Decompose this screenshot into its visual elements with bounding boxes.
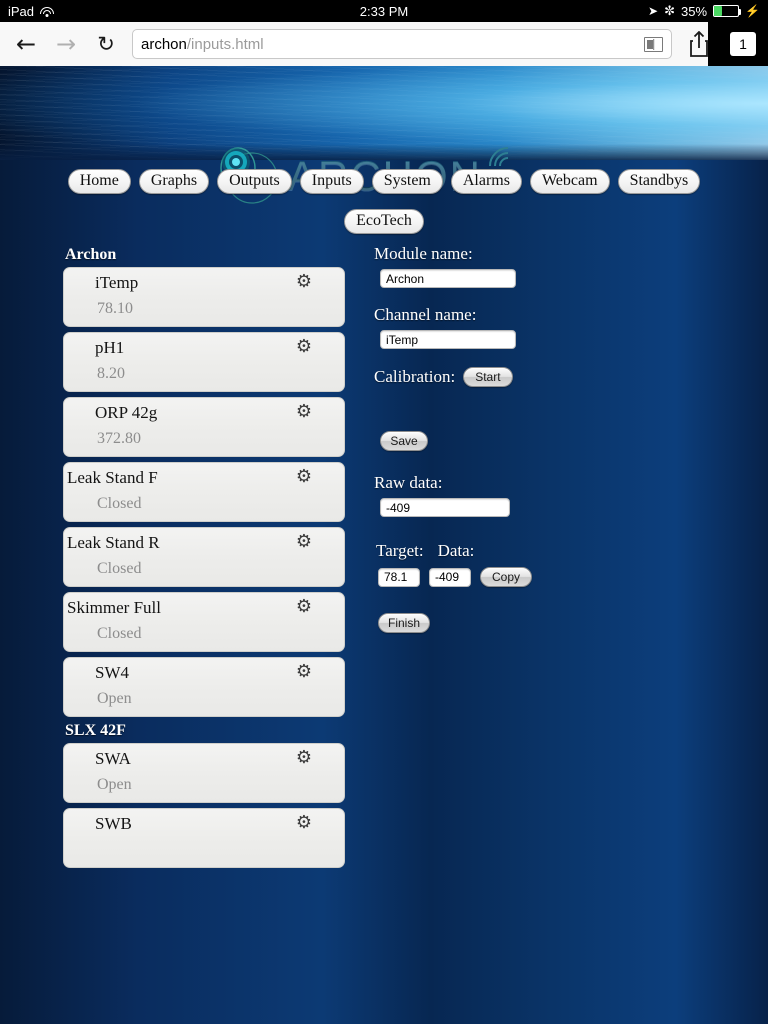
channel-card[interactable]: pH1 ⚙ 8.20 (63, 332, 345, 392)
channel-value: Closed (97, 495, 142, 512)
channel-value: Open (97, 690, 132, 707)
channel-card[interactable]: ORP 42g ⚙ 372.80 (63, 397, 345, 457)
raw-data-input[interactable]: -409 (380, 498, 510, 517)
target-data-inputs-row: 78.1 -409 Copy (374, 567, 674, 587)
channel-name-value: iTemp (386, 332, 419, 347)
data-value: -409 (435, 570, 460, 584)
gear-icon[interactable]: ⚙ (296, 597, 312, 617)
channel-value: Open (97, 776, 132, 793)
channel-value: 8.20 (97, 365, 125, 382)
raw-data-value: -409 (386, 500, 411, 515)
ipad-safari-screenshot: iPad 2:33 PM ➤ ✼ 35% ⚡ ← → ↻ archon/inpu… (0, 0, 768, 1024)
url-path: /inputs.html (186, 35, 264, 53)
ios-status-bar: iPad 2:33 PM ➤ ✼ 35% ⚡ (0, 0, 768, 22)
gear-icon[interactable]: ⚙ (296, 272, 312, 292)
channel-name: ORP 42g (95, 403, 158, 422)
channel-group-title: SLX 42F (65, 722, 126, 739)
channel-name: pH1 (95, 338, 125, 357)
channel-list: Archon iTemp ⚙ 78.10 pH1 ⚙ 8.20 ORP 42g ⚙ 372.80 L… (63, 244, 345, 873)
nav-button-outputs[interactable]: Outputs (217, 169, 292, 194)
channel-card[interactable]: Skimmer Full ⚙ Closed (63, 592, 345, 652)
channel-name-input[interactable]: iTemp (380, 330, 516, 349)
finish-button[interactable]: Finish (378, 613, 430, 633)
channel-name-label: Channel name: (374, 305, 477, 324)
target-value: 78.1 (384, 570, 408, 584)
target-label: Target: (376, 541, 424, 560)
main-navigation-row-2: EcoTech (0, 209, 768, 234)
gear-icon[interactable]: ⚙ (296, 402, 312, 422)
nav-button-ecotech[interactable]: EcoTech (344, 209, 424, 234)
channel-card[interactable]: SW4 ⚙ Open (63, 657, 345, 717)
channel-name: SW4 (95, 663, 129, 682)
channel-card[interactable]: SWA ⚙ Open (63, 743, 345, 803)
tab-count-badge[interactable]: 1 (730, 32, 756, 56)
gear-icon[interactable]: ⚙ (296, 532, 312, 552)
channel-name: Skimmer Full (67, 598, 161, 617)
nav-button-home[interactable]: Home (67, 169, 131, 194)
module-name-input[interactable]: Archon (380, 269, 516, 288)
target-input[interactable]: 78.1 (378, 567, 420, 587)
nav-button-graphs[interactable]: Graphs (138, 169, 210, 194)
data-label: Data: (437, 541, 475, 560)
start-calibration-button[interactable]: Start (463, 367, 513, 387)
module-name-label: Module name: (374, 244, 473, 263)
calibration-label: Calibration: (374, 367, 456, 386)
battery-icon (713, 5, 742, 17)
nav-button-inputs[interactable]: Inputs (299, 169, 364, 194)
gear-icon[interactable]: ⚙ (296, 337, 312, 357)
copy-button[interactable]: Copy (480, 567, 533, 587)
target-data-labels-row: Target: Data: (374, 541, 674, 561)
data-input[interactable]: -409 (429, 567, 471, 587)
channel-value: Closed (97, 560, 142, 577)
wifi-signal-icon (489, 147, 509, 167)
reader-view-icon[interactable] (644, 36, 663, 52)
address-bar[interactable]: archon/inputs.html (132, 29, 672, 59)
channel-name: iTemp (95, 273, 139, 292)
location-arrow-icon: ➤ (648, 4, 659, 18)
back-arrow-icon[interactable]: ← (6, 27, 46, 61)
url-host: archon (141, 35, 187, 53)
channel-name: Leak Stand F (67, 468, 158, 487)
save-button[interactable]: Save (380, 431, 428, 451)
gear-icon[interactable]: ⚙ (296, 813, 312, 833)
channel-group-title: Archon (65, 246, 117, 263)
module-name-value: Archon (386, 271, 425, 286)
calibration-row: Calibration: Start (374, 367, 674, 387)
channel-detail-form: Module name: Archon Channel name: iTemp … (374, 244, 674, 633)
nav-button-standbys[interactable]: Standbys (617, 169, 701, 194)
safari-toolbar: ← → ↻ archon/inputs.html 1 (0, 22, 768, 66)
nav-button-system[interactable]: System (371, 169, 443, 194)
main-navigation-row-1: Home Graphs Outputs Inputs System Alarms Webca… (0, 169, 768, 194)
gear-icon[interactable]: ⚙ (296, 662, 312, 682)
channel-name: SWA (95, 749, 131, 768)
forward-arrow-icon[interactable]: → (46, 27, 86, 61)
channel-value: 372.80 (97, 430, 141, 447)
gear-icon[interactable]: ⚙ (296, 467, 312, 487)
nav-button-alarms[interactable]: Alarms (450, 169, 522, 194)
channel-value: Closed (97, 625, 142, 642)
channel-name: SWB (95, 814, 132, 833)
channel-card[interactable]: iTemp ⚙ 78.10 (63, 267, 345, 327)
archon-web-page: ARCHON HomeGraphsOutputsInputsSystemAlar… (0, 66, 768, 1024)
channel-value: 78.10 (97, 300, 133, 317)
raw-data-label: Raw data: (374, 473, 443, 492)
channel-card[interactable]: Leak Stand R ⚙ Closed (63, 527, 345, 587)
nav-button-webcam[interactable]: Webcam (529, 169, 610, 194)
channel-card[interactable]: Leak Stand F ⚙ Closed (63, 462, 345, 522)
share-icon[interactable] (678, 27, 720, 61)
channel-card[interactable]: SWB ⚙ (63, 808, 345, 868)
channel-name: Leak Stand R (67, 533, 160, 552)
reload-icon[interactable]: ↻ (86, 27, 126, 61)
gear-icon[interactable]: ⚙ (296, 748, 312, 768)
